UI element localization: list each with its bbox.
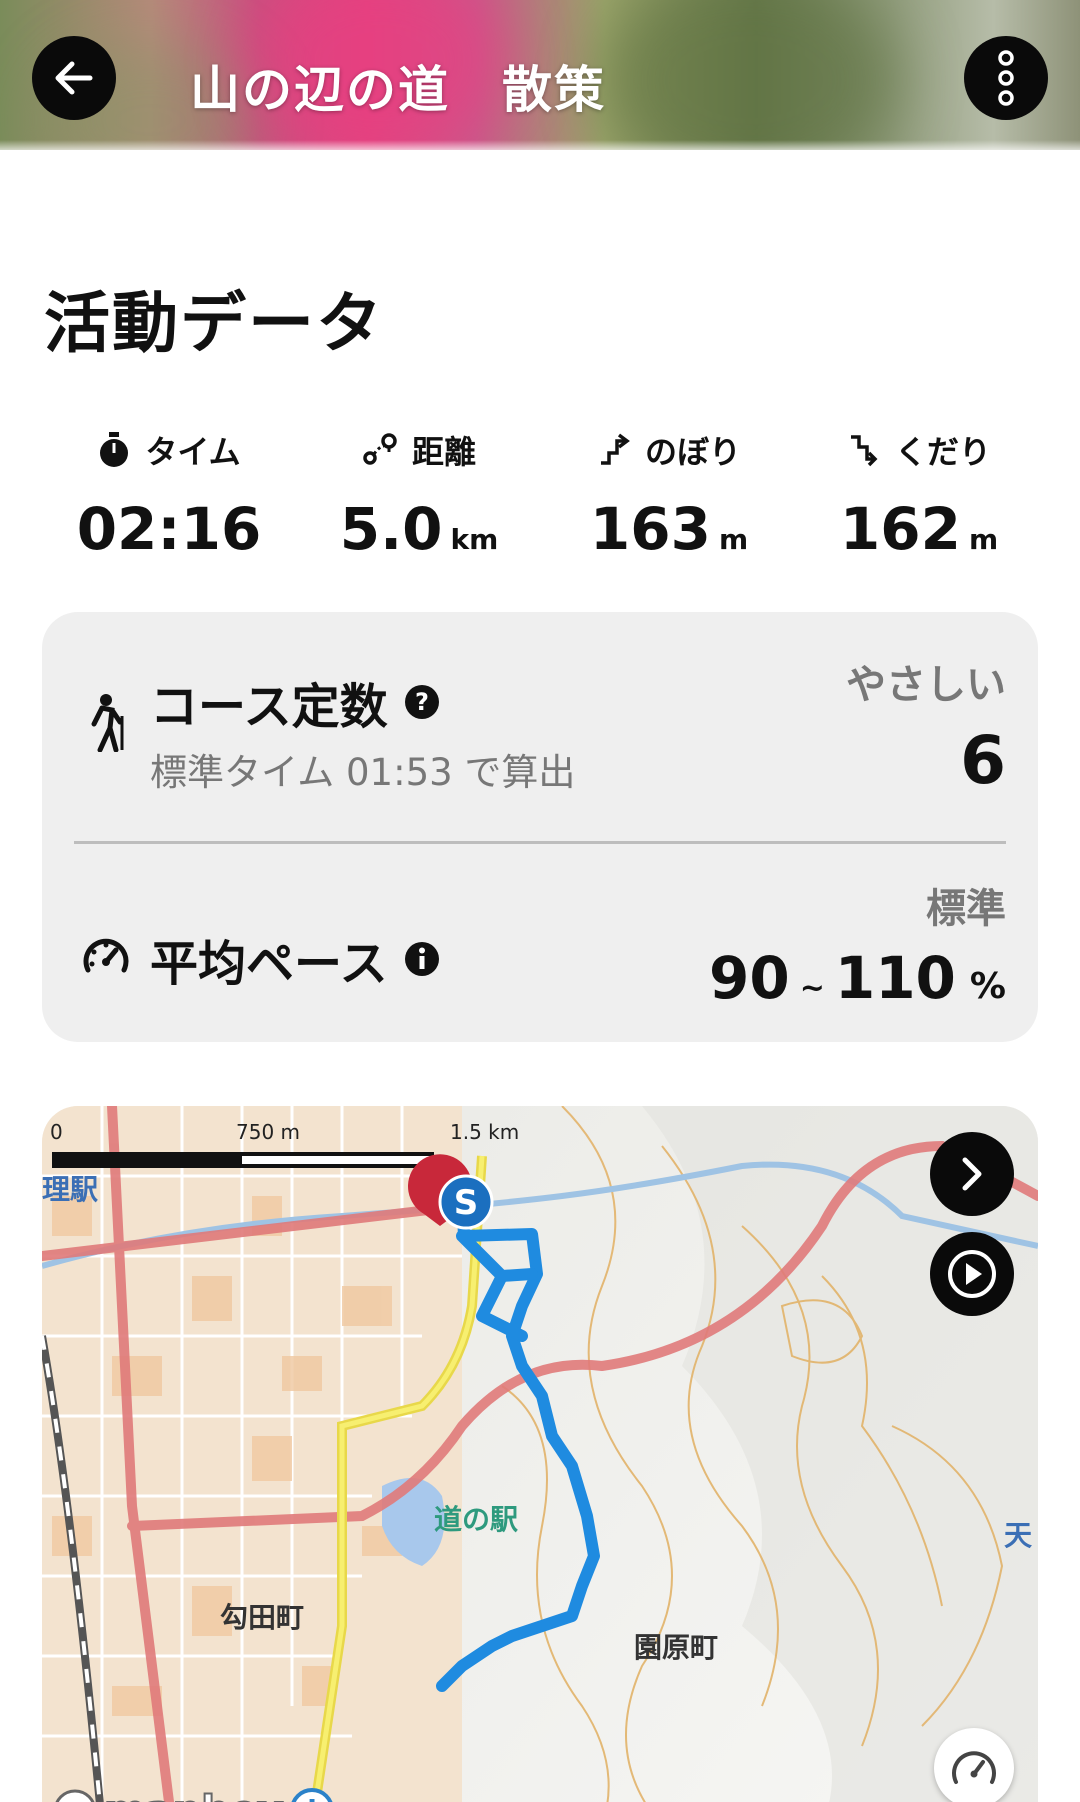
arrow-left-icon — [55, 61, 93, 95]
pace-unit: % — [969, 966, 1006, 1007]
speedometer-icon — [952, 1751, 996, 1784]
chevron-right-icon — [962, 1157, 982, 1191]
pace-max: 110 — [834, 944, 956, 1012]
mapbox-icon — [55, 1789, 95, 1802]
stopwatch-icon — [100, 432, 129, 467]
scale-label-1500: 1.5 km — [450, 1120, 520, 1144]
route-map[interactable]: S 0 750 m 1.5 km 理駅 道の駅 勾田町 園原町 天 mapbox… — [42, 1106, 1038, 1802]
average-pace-title: 平均ペース — [150, 936, 388, 992]
hiker-icon — [91, 694, 124, 752]
more-vertical-icon — [998, 50, 1014, 106]
course-constant-subtitle: 標準タイム 01:53 で算出 — [150, 751, 576, 794]
help-icon[interactable]: ? — [404, 684, 440, 720]
mapbox-logo: mapbox — [52, 1787, 284, 1802]
pace-label: 標準 — [926, 886, 1006, 932]
place-station: 理駅 — [42, 1173, 99, 1206]
stat-label: タイム — [145, 433, 241, 471]
svg-text:?: ? — [415, 688, 429, 716]
route-icon — [363, 433, 397, 465]
stat-ascent: のぼり 163 m — [544, 425, 794, 563]
stat-descent: くだり 162 m — [794, 425, 1044, 563]
course-constant-value: 6 — [960, 722, 1006, 799]
stat-unit: m — [718, 523, 749, 556]
stat-unit: m — [968, 523, 999, 556]
descent-icon — [850, 435, 878, 467]
difficulty-label: やさしい — [846, 662, 1006, 708]
pace-tilde: ~ — [799, 971, 825, 1006]
place-ten: 天 — [1004, 1519, 1033, 1552]
place-sonohara: 園原町 — [634, 1631, 719, 1664]
stat-label: くだり — [894, 433, 991, 471]
stat-value: 02:16 — [76, 495, 262, 563]
stat-label: のぼり — [644, 433, 741, 471]
stat-value: 5.0 — [339, 495, 443, 563]
course-info-card: コース定数 ? 標準タイム 01:53 で算出 やさしい 6 平均ペース 標準 — [42, 612, 1038, 1042]
pace-value: 90 ~ 110 % — [709, 944, 1006, 1012]
speedometer-icon — [83, 938, 129, 973]
back-button[interactable] — [32, 36, 116, 120]
ascent-icon — [600, 433, 630, 465]
average-pace-row[interactable]: 平均ペース 標準 90 ~ 110 % — [42, 844, 1038, 1042]
activity-stats: タイム 02:16 距離 5.0 km のぼり 163 m くだり 162 m — [44, 425, 1044, 563]
scale-label-750: 750 m — [236, 1120, 301, 1144]
stat-time: タイム 02:16 — [44, 425, 294, 563]
stat-distance: 距離 5.0 km — [294, 425, 544, 563]
stat-value: 163 — [589, 495, 711, 563]
page-title: 山の辺の道 散策 — [190, 61, 606, 119]
start-marker: S — [454, 1183, 479, 1223]
place-michinoeki: 道の駅 — [434, 1503, 519, 1536]
pace-min: 90 — [708, 944, 790, 1012]
course-constant-title: コース定数 — [150, 679, 388, 735]
play-button[interactable] — [930, 1232, 1014, 1316]
more-menu-button[interactable] — [964, 36, 1048, 120]
play-icon — [948, 1250, 996, 1298]
header: 山の辺の道 散策 — [0, 0, 1080, 150]
mapbox-text: mapbox — [103, 1787, 284, 1802]
place-magarita: 勾田町 — [220, 1601, 305, 1634]
map-base: S — [42, 1106, 1038, 1802]
info-icon[interactable] — [404, 941, 440, 977]
stat-label: 距離 — [411, 433, 476, 471]
stat-unit: km — [450, 523, 499, 556]
speed-button[interactable] — [934, 1728, 1014, 1802]
course-constant-row[interactable]: コース定数 ? 標準タイム 01:53 で算出 やさしい 6 — [42, 612, 1038, 842]
next-button[interactable] — [930, 1132, 1014, 1216]
section-title: 活動データ — [44, 285, 384, 362]
scale-label-0: 0 — [50, 1120, 63, 1144]
stat-value: 162 — [839, 495, 961, 563]
